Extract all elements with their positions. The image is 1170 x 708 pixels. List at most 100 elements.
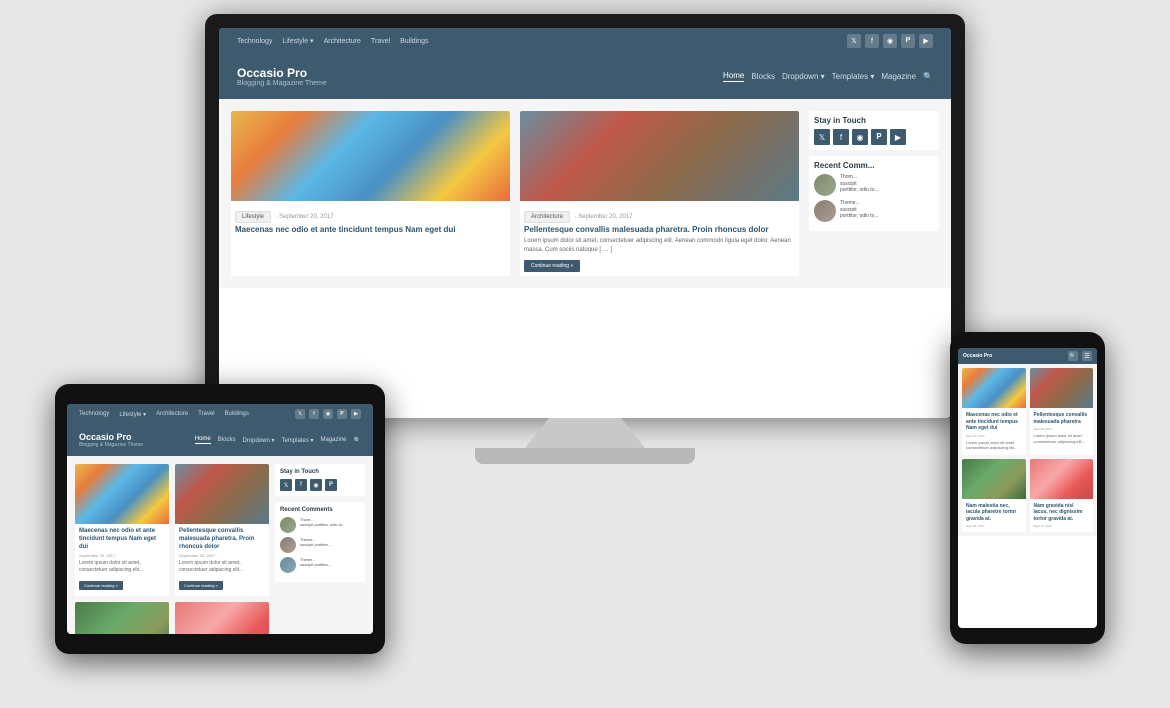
stay-in-touch-widget: Stay in Touch 𝕏 f ◉ 𝐏 ▶ <box>809 111 939 150</box>
tablet-comment-2: Theme...suscipit porttitor... <box>280 537 360 553</box>
phone: Occasio Pro 🔍 ☰ Maecenas nec odio <box>950 332 1105 644</box>
post-tag-1[interactable]: Lifestyle <box>235 211 271 223</box>
tablet-post-title-2: Pellentesque convallis malesuada pharetr… <box>179 528 265 551</box>
tablet-read-more-1[interactable]: Continue reading » <box>79 581 123 590</box>
monitor-screen: Technology Lifestyle ▾ Architecture Trav… <box>219 28 951 418</box>
nav-technology[interactable]: Technology <box>237 38 272 45</box>
menu-search[interactable]: 🔍 <box>923 72 933 81</box>
tablet-post-title-1: Maecenas nec odio et ante tincidunt temp… <box>79 528 165 551</box>
tab-nav-build[interactable]: Buildings <box>225 411 249 417</box>
tab-side-ig[interactable]: ◉ <box>310 479 322 491</box>
menu-dropdown[interactable]: Dropdown ▾ <box>782 72 825 81</box>
ph-search[interactable]: 🔍 <box>1068 351 1078 361</box>
tablet-nav-links: Technology Lifestyle ▾ Architecture Trav… <box>79 411 249 418</box>
instagram-icon[interactable]: ◉ <box>883 34 897 48</box>
tablet-brand-sub: Blogging & Magazine Theme <box>79 442 143 448</box>
menu-home[interactable]: Home <box>723 71 744 82</box>
post-content-1: Lifestyle · September 20, 2017 Maecenas … <box>231 201 510 239</box>
post-tag-2[interactable]: Architecture <box>524 211 570 223</box>
stay-in-touch-title: Stay in Touch <box>814 116 934 125</box>
tablet-header: Occasio Pro Blogging & Magazine Theme Ho… <box>67 424 373 456</box>
phone-post-2: Pellentesque convallis malesuada pharetr… <box>1030 368 1094 455</box>
tab-instagram-icon[interactable]: ◉ <box>323 409 333 419</box>
ph-title-1: Maecenas nec odio et ante tincidunt temp… <box>966 412 1022 432</box>
ph-title-3: Nam malestia nec, iacula pharetre tortor… <box>966 503 1022 523</box>
menu-magazine[interactable]: Magazine <box>881 72 916 81</box>
sidebar-youtube-icon[interactable]: ▶ <box>890 129 906 145</box>
monitor-neck <box>525 418 645 448</box>
sidebar-twitter-icon[interactable]: 𝕏 <box>814 129 830 145</box>
tablet-post-date-2: September 20, 2017 <box>179 553 265 558</box>
tab-nav-tech[interactable]: Technology <box>79 411 109 417</box>
tab-youtube-icon[interactable]: ▶ <box>351 409 361 419</box>
monitor-header: Occasio Pro Blogging & Magazine Theme Ho… <box>219 54 951 99</box>
comment-avatar-2 <box>814 200 836 222</box>
tablet-post-excerpt-2: Lorem ipsum dolor sit amet, consectetuer… <box>179 560 265 574</box>
tablet-post-content-2: Pellentesque convallis malesuada pharetr… <box>175 524 269 596</box>
tablet-post-3: Nature post title lorem ipsum dui sit am… <box>75 602 169 634</box>
tab-menu-blocks[interactable]: Blocks <box>218 437 236 443</box>
tab-menu-home[interactable]: Home <box>195 436 211 444</box>
tablet-sidebar: Stay in Touch 𝕏 f ◉ 𝐏 Recent Comments <box>275 464 365 634</box>
tab-menu-templates[interactable]: Templates ▾ <box>281 437 313 444</box>
ph-excerpt-1: Lorem ipsum dolor sit amet consectetuer … <box>966 440 1022 451</box>
continue-reading-btn[interactable]: Continue reading » <box>524 260 580 272</box>
tablet-read-more-2[interactable]: Continue reading » <box>179 581 223 590</box>
sidebar-instagram-icon[interactable]: ◉ <box>852 129 868 145</box>
tablet-comments-title: Recent Comments <box>280 507 360 513</box>
tab-side-fb[interactable]: f <box>295 479 307 491</box>
tablet-posts: Maecenas nec odio et ante tincidunt temp… <box>75 464 269 596</box>
tablet-screen: Technology Lifestyle ▾ Architecture Trav… <box>67 404 373 634</box>
monitor-brand-title: Occasio Pro <box>237 66 327 80</box>
tablet: Technology Lifestyle ▾ Architecture Trav… <box>55 384 385 654</box>
ph-menu[interactable]: ☰ <box>1082 351 1092 361</box>
tablet-av-3 <box>280 557 296 573</box>
tab-facebook-icon[interactable]: f <box>309 409 319 419</box>
tab-menu-dropdown[interactable]: Dropdown ▾ <box>242 437 274 444</box>
tab-pinterest-icon[interactable]: 𝐏 <box>337 409 347 419</box>
tab-menu-magazine[interactable]: Magazine <box>321 437 347 443</box>
post-img-umbrella <box>231 111 510 201</box>
ph-content-2: Pellentesque convallis malesuada pharetr… <box>1030 408 1094 448</box>
monitor-brand-sub: Blogging & Magazine Theme <box>237 80 327 87</box>
youtube-icon[interactable]: ▶ <box>919 34 933 48</box>
ph-img-3 <box>962 459 1026 499</box>
facebook-icon[interactable]: f <box>865 34 879 48</box>
ph-img-2 <box>1030 368 1094 408</box>
post-img-building <box>520 111 799 201</box>
nav-travel[interactable]: Travel <box>371 38 390 45</box>
menu-blocks[interactable]: Blocks <box>751 72 775 81</box>
phone-bezel: Occasio Pro 🔍 ☰ Maecenas nec odio <box>950 332 1105 644</box>
monitor-nav-social: 𝕏 f ◉ 𝐏 ▶ <box>847 34 933 48</box>
tablet-comment-text-3: Theme...suscipit porttitor... <box>300 557 331 567</box>
tab-nav-arch[interactable]: Architecture <box>156 411 188 417</box>
post-card-1: Lifestyle · September 20, 2017 Maecenas … <box>231 111 510 276</box>
menu-templates[interactable]: Templates ▾ <box>832 72 875 81</box>
nav-lifestyle[interactable]: Lifestyle ▾ <box>282 37 313 45</box>
nav-buildings[interactable]: Buildings <box>400 38 428 45</box>
ph-content-4: Nam gravida nisl lacus, nec dignissim to… <box>1030 499 1094 533</box>
tablet-comments-widget: Recent Comments Thom...suscipit porttito… <box>275 502 365 582</box>
tab-side-tw[interactable]: 𝕏 <box>280 479 292 491</box>
pinterest-icon[interactable]: 𝐏 <box>901 34 915 48</box>
tab-nav-life[interactable]: Lifestyle ▾ <box>119 411 146 418</box>
tablet-post-date-1: September 20, 2017 <box>79 553 165 558</box>
tablet-comment-1: Thom...suscipit porttitor, odio to... <box>280 517 360 533</box>
ph-content-1: Maecenas nec odio et ante tincidunt temp… <box>962 408 1026 455</box>
tablet-stay-icons: 𝕏 f ◉ 𝐏 <box>280 479 360 491</box>
nav-architecture[interactable]: Architecture <box>324 38 361 45</box>
tab-nav-travel[interactable]: Travel <box>198 411 214 417</box>
tablet-post-2: Pellentesque convallis malesuada pharetr… <box>175 464 269 596</box>
tablet-av-2 <box>280 537 296 553</box>
ph-content-3: Nam malestia nec, iacula pharetre tortor… <box>962 499 1026 533</box>
monitor-body: Lifestyle · September 20, 2017 Maecenas … <box>219 99 951 288</box>
tab-twitter-icon[interactable]: 𝕏 <box>295 409 305 419</box>
phone-nav-social: 🔍 ☰ <box>1068 351 1092 361</box>
stay-in-touch-icons: 𝕏 f ◉ 𝐏 ▶ <box>814 129 934 145</box>
tab-side-pi[interactable]: 𝐏 <box>325 479 337 491</box>
sidebar-facebook-icon[interactable]: f <box>833 129 849 145</box>
tab-menu-search[interactable]: 🔍 <box>354 437 361 444</box>
comment-1: Thom...suscipitporttitor, odio to... <box>814 174 934 196</box>
twitter-icon[interactable]: 𝕏 <box>847 34 861 48</box>
sidebar-pinterest-icon[interactable]: 𝐏 <box>871 129 887 145</box>
